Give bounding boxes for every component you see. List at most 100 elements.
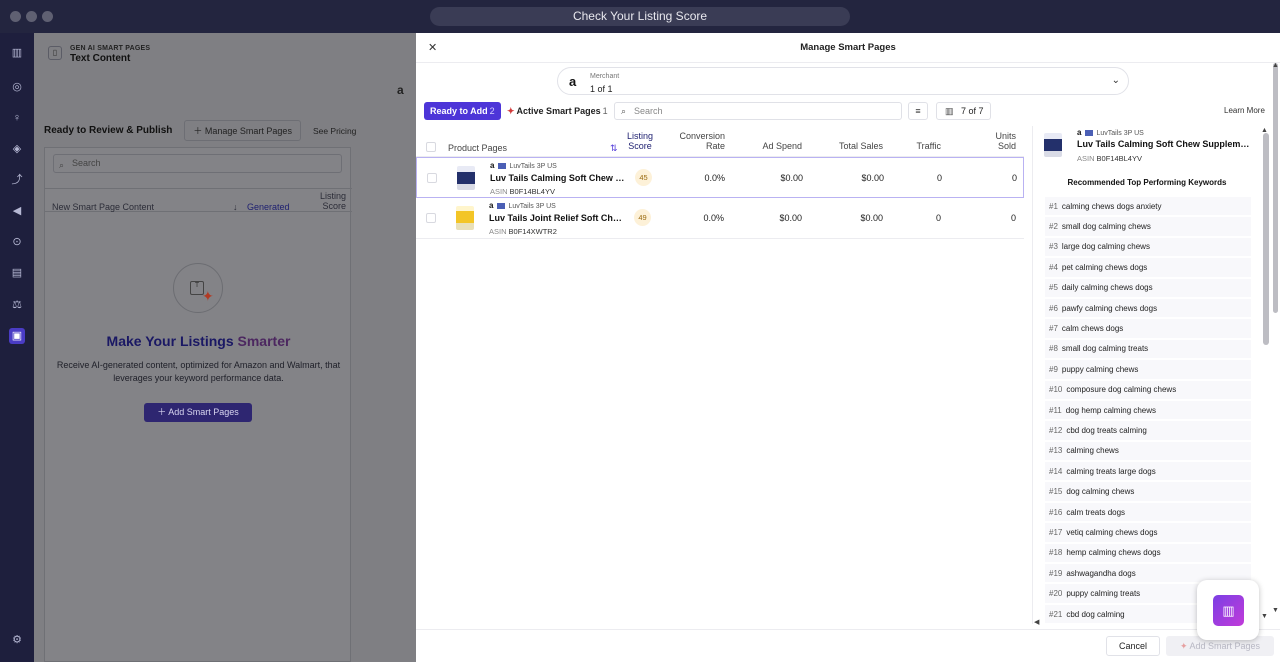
col-product-pages[interactable]: Product Pages	[448, 143, 507, 153]
select-all-checkbox[interactable]	[426, 142, 436, 152]
col-generated[interactable]: Generated	[247, 202, 290, 212]
manage-smart-pages-modal: ✕ Manage Smart Pages a Merchant 1 of 1 ⌄…	[416, 33, 1280, 662]
keyword-text: daily calming chews dogs	[1061, 283, 1153, 293]
asin-label: ASIN	[1077, 154, 1095, 163]
learn-more-link[interactable]: Learn More	[1224, 106, 1265, 115]
empty-title-part2: Smarter	[237, 333, 291, 349]
table-row[interactable]: a LuvTails 3P US Luv Tails Calming Soft C…	[416, 157, 1024, 198]
col-units-sold[interactable]: Units Sold	[976, 131, 1016, 151]
chat-widget-button[interactable]: ▥	[1197, 580, 1259, 640]
col-conv-line1: Conversion	[679, 131, 725, 141]
row-checkbox[interactable]	[426, 213, 436, 223]
sort-icon[interactable]: ⇅	[610, 143, 618, 153]
col-ad-spend[interactable]: Ad Spend	[746, 141, 802, 151]
minimize-window-button[interactable]	[26, 11, 37, 22]
cancel-button[interactable]: Cancel	[1106, 636, 1160, 656]
keyword-detail-panel: a LuvTails 3P US Luv Tails Calming Soft C…	[1032, 126, 1280, 626]
keyword-rank: #5	[1049, 283, 1058, 293]
sparkle-icon: ✦	[507, 106, 515, 116]
detail-scrollbar[interactable]	[1263, 133, 1269, 345]
manage-smart-pages-button[interactable]: ＋ Manage Smart Pages	[184, 120, 301, 141]
left-content-panel: ⌕ Search New Smart Page Content ↓ Generat…	[44, 147, 352, 662]
col-total-sales[interactable]: Total Sales	[816, 141, 883, 151]
chevron-down-icon: ⌄	[1111, 75, 1120, 86]
keyword-text: calming chews dogs anxiety	[1061, 201, 1162, 211]
columns-icon: ▥	[945, 106, 954, 116]
merchant-name: LuvTails 3P US	[1096, 130, 1144, 137]
maximize-window-button[interactable]	[42, 11, 53, 22]
ready-count: 2	[489, 106, 495, 116]
tab-ready-to-review[interactable]: Ready to Review & Publish	[44, 125, 172, 136]
nav-rail: ▥ ◎ ♀ ◈ ⤴ ◀ ⊙ ▤ ⚖ ▣ ⚙	[0, 33, 34, 662]
tab-ready-to-add[interactable]: Ready to Add 2	[424, 102, 501, 120]
filter-button[interactable]: ≡	[908, 102, 928, 120]
keyword-item: #11 dog hemp calming chews	[1045, 400, 1251, 422]
keyword-text: small dog calming chews	[1061, 222, 1151, 232]
target-icon[interactable]: ⊙	[9, 234, 25, 250]
col-traffic[interactable]: Traffic	[896, 141, 941, 151]
amazon-logo-icon: a	[490, 161, 495, 170]
ad-spend: $0.00	[780, 173, 803, 183]
col-units-line1: Units	[995, 131, 1016, 141]
columns-button[interactable]: ▥ 7 of 7	[936, 102, 991, 120]
scale-icon[interactable]: ⚖	[9, 297, 25, 313]
keyword-text: pet calming chews dogs	[1061, 262, 1148, 272]
keyword-rank: #1	[1049, 201, 1058, 211]
asin-label: ASIN	[490, 187, 508, 196]
product-name[interactable]: Luv Tails Joint Relief Soft Chew...	[489, 213, 624, 223]
search-input[interactable]: ⌕ Search	[614, 102, 902, 120]
left-search-input[interactable]: ⌕ Search	[53, 154, 342, 173]
empty-state-text: Receive AI-generated content, optimized …	[56, 360, 341, 383]
scroll-up-icon[interactable]: ▲	[1272, 62, 1279, 69]
keyword-rank: #21	[1049, 609, 1063, 619]
close-window-button[interactable]	[10, 11, 21, 22]
product-thumbnail	[457, 166, 475, 190]
section-label: GEN AI SMART PAGES	[70, 45, 151, 52]
megaphone-icon[interactable]: ◀	[9, 203, 25, 219]
scroll-down-icon[interactable]: ▼	[1261, 613, 1268, 620]
keyword-rank: #6	[1049, 303, 1058, 313]
col-conversion-rate[interactable]: Conversion Rate	[670, 131, 725, 151]
see-pricing-link[interactable]: See Pricing	[313, 126, 356, 136]
keyword-rank: #15	[1049, 487, 1063, 497]
window-title: Check Your Listing Score	[430, 7, 850, 26]
empty-state-title: Make Your Listings Smarter	[45, 333, 352, 349]
modal-scrollbar[interactable]	[1273, 63, 1278, 313]
dashboard-icon[interactable]: ▥	[9, 45, 25, 61]
ready-label: Ready to Add	[430, 106, 488, 116]
col-listing-score[interactable]: Listing Score	[622, 131, 658, 151]
keyword-text: small dog calming treats	[1061, 344, 1149, 354]
keywords-title: Recommended Top Performing Keywords	[1067, 178, 1227, 187]
chart-icon[interactable]: ▤	[9, 265, 25, 281]
us-flag-icon	[497, 203, 506, 210]
col-units-line2: Sold	[997, 141, 1016, 151]
products-table: Product Pages ⇅ Listing Score Conversion R…	[416, 126, 1024, 239]
tab-active-smart-pages[interactable]: ✦ Active Smart Pages 1	[507, 102, 608, 120]
scroll-down-icon[interactable]: ▼	[1272, 607, 1279, 614]
left-panel-header: ▯ GEN AI SMART PAGES Text Content	[34, 33, 416, 81]
analytics-icon[interactable]: ⤴	[9, 172, 25, 188]
bulb-icon[interactable]: ♀	[9, 110, 25, 126]
sort-desc-icon[interactable]: ↓	[233, 202, 238, 212]
keyword-text: cbd dog treats calming	[1066, 425, 1147, 435]
sidebar-toggle-icon[interactable]: ▯	[48, 46, 62, 60]
cube-icon[interactable]: ◈	[9, 141, 25, 157]
search-icon: ⌕	[621, 106, 627, 116]
table-row[interactable]: a LuvTails 3P US Luv Tails Joint Relief S…	[416, 198, 1024, 239]
keyword-rank: #9	[1049, 364, 1058, 374]
scroll-left-icon[interactable]: ◀	[1034, 618, 1039, 626]
manage-smart-pages-label: Manage Smart Pages	[204, 126, 292, 136]
keyword-list: #1 calming chews dogs anxiety #2 small dog …	[1045, 197, 1251, 626]
settings-icon[interactable]: ⚙	[9, 632, 25, 648]
row-merchant: a LuvTails 3P US	[489, 201, 556, 210]
col-listing-score[interactable]: Listing Score	[316, 191, 346, 211]
add-smart-pages-button-left[interactable]: ＋ Add Smart Pages	[144, 403, 252, 422]
keyword-item: #8 small dog calming treats	[1045, 339, 1251, 361]
keyword-item: #3 large dog calming chews	[1045, 237, 1251, 259]
product-name[interactable]: Luv Tails Calming Soft Chew S...	[490, 173, 625, 183]
merchant-select[interactable]: a Merchant 1 of 1 ⌄	[557, 67, 1129, 95]
smart-pages-icon[interactable]: ▣	[9, 328, 25, 344]
keyword-item: #5 daily calming chews dogs	[1045, 278, 1251, 299]
row-checkbox[interactable]	[427, 173, 437, 183]
compass-icon[interactable]: ◎	[9, 79, 25, 95]
